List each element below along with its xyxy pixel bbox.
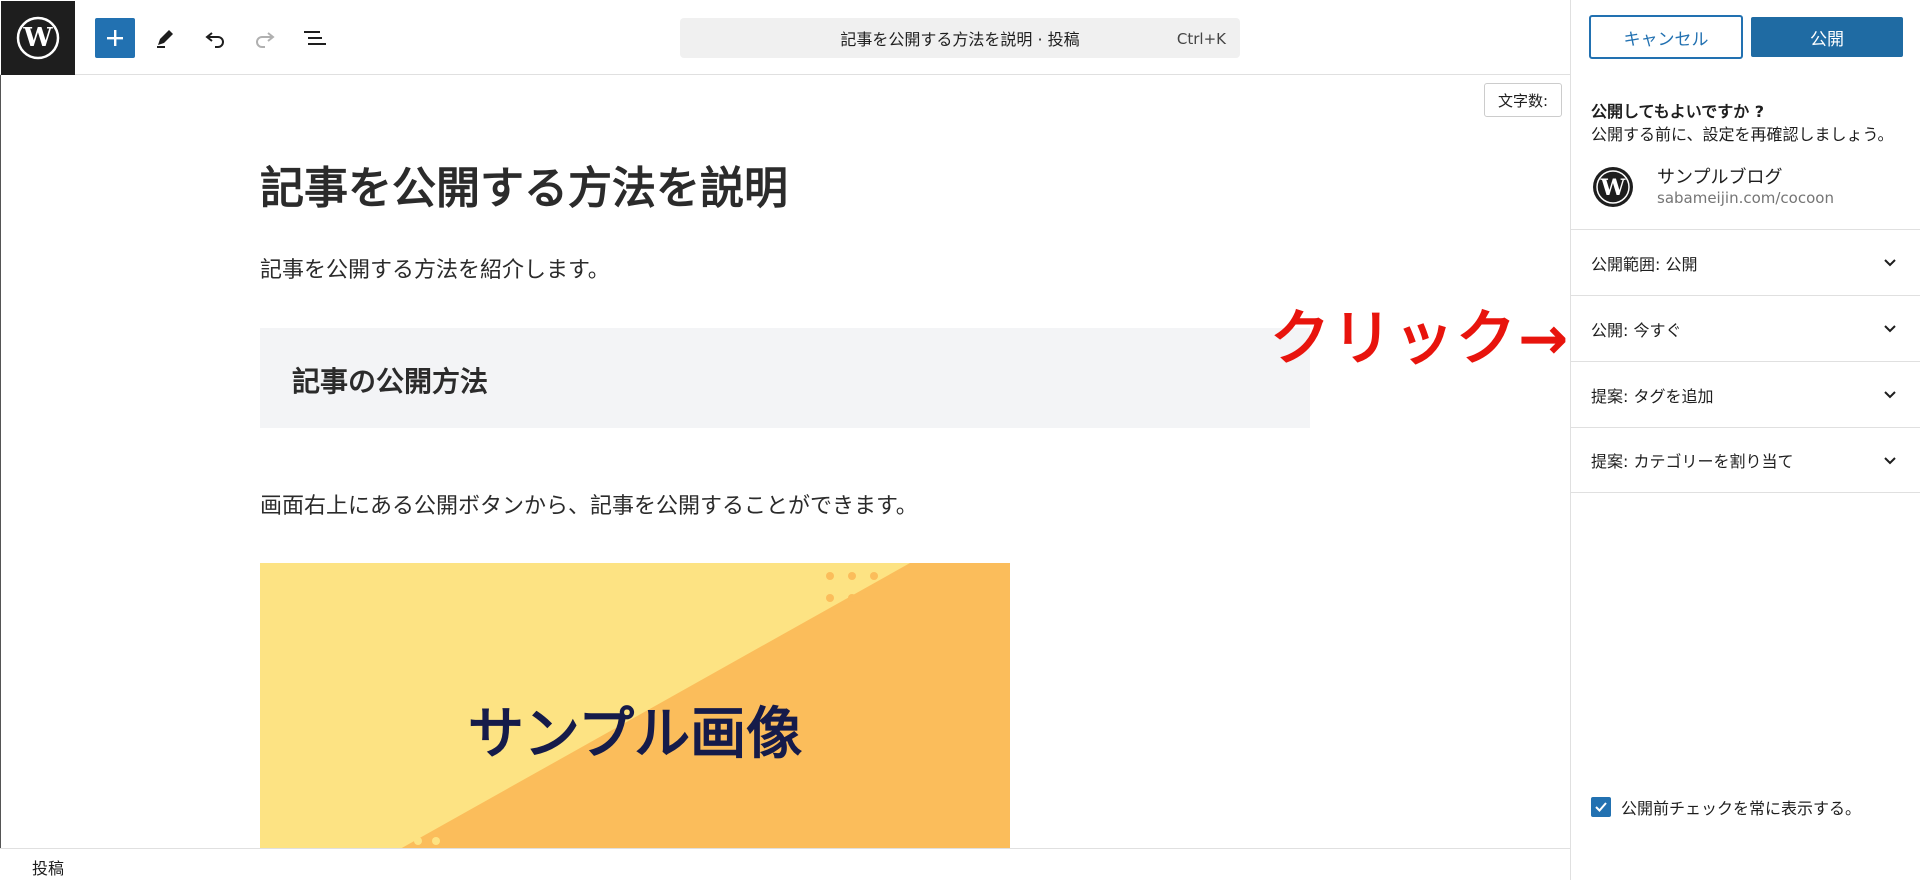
body-paragraph[interactable]: 画面右上にある公開ボタンから、記事を公開することができます。	[260, 488, 918, 520]
keyboard-shortcut-hint: Ctrl+K	[1176, 30, 1226, 48]
click-annotation: クリック→	[1270, 304, 1571, 374]
command-bar-title: 記事を公開する方法を説明 · 投稿	[840, 30, 1080, 49]
site-url: sabameijin.com/cocoon	[1657, 189, 1834, 207]
wordpress-logo-icon: W	[1593, 167, 1633, 207]
chevron-down-icon	[1884, 325, 1896, 333]
panel-label: 提案: カテゴリーを割り当て	[1591, 452, 1794, 471]
tools-button[interactable]	[145, 18, 185, 58]
panel-label: 提案: タグを追加	[1591, 386, 1714, 406]
list-view-icon	[304, 31, 326, 45]
chevron-down-icon	[1884, 391, 1896, 399]
panel-publish-date[interactable]: 公開: 今すぐ	[1571, 295, 1920, 361]
pen-icon	[157, 30, 173, 48]
undo-icon	[205, 32, 224, 48]
panel-visibility[interactable]: 公開範囲: 公開	[1571, 229, 1920, 295]
always-show-label: 公開前チェックを常に表示する。	[1621, 799, 1862, 818]
command-palette-bar[interactable]: 記事を公開する方法を説明 · 投稿 Ctrl+K	[680, 18, 1240, 58]
plus-icon	[107, 30, 123, 46]
site-card: W サンプルブログ sabameijin.com/cocoon	[1591, 163, 1911, 213]
site-name: サンプルブログ	[1657, 167, 1783, 188]
chevron-down-icon	[1884, 457, 1896, 465]
panel-label: 公開範囲: 公開	[1591, 254, 1698, 274]
svg-text:W: W	[22, 23, 53, 53]
add-block-button[interactable]	[95, 18, 135, 58]
post-title[interactable]: 記事を公開する方法を説明	[260, 152, 788, 216]
redo-icon	[256, 32, 275, 48]
chevron-down-icon	[1884, 259, 1896, 267]
word-count-button[interactable]: 文字数:	[1484, 83, 1562, 117]
panel-category-suggestion[interactable]: 提案: カテゴリーを割り当て	[1571, 427, 1920, 493]
wordpress-logo-icon: W	[16, 16, 60, 60]
sample-image[interactable]: サンプル画像	[260, 563, 1010, 849]
wordpress-logo-button[interactable]: W	[1, 1, 75, 75]
checkmark-icon	[1595, 802, 1607, 812]
prepublish-subtext: 公開する前に、設定を再確認しましょう。	[1591, 125, 1894, 144]
heading-block[interactable]: 記事の公開方法	[260, 328, 1310, 428]
intro-paragraph[interactable]: 記事を公開する方法を紹介します。	[260, 252, 610, 284]
prepublish-sidebar: キャンセル 公開 公開してもよいですか ? 公開する前に、設定を再確認しましょう…	[1570, 0, 1920, 880]
cancel-button[interactable]: キャンセル	[1589, 15, 1743, 59]
always-show-checkbox[interactable]	[1591, 797, 1611, 817]
undo-button[interactable]	[195, 18, 235, 58]
always-show-prepublish-toggle[interactable]: 公開前チェックを常に表示する。	[1591, 796, 1861, 818]
editor-toolbar: W 記事を公開する方法を説明 · 投稿 Ctrl+K	[0, 0, 1570, 75]
prepublish-header: キャンセル 公開	[1571, 0, 1920, 75]
publish-button[interactable]: 公開	[1751, 17, 1903, 57]
document-overview-button[interactable]	[295, 18, 335, 58]
svg-text:W: W	[1600, 175, 1626, 201]
section-heading: 記事の公開方法	[292, 365, 489, 398]
prepublish-question: 公開してもよいですか ?	[1591, 102, 1765, 121]
breadcrumb[interactable]: 投稿	[32, 855, 64, 879]
sample-image-text: サンプル画像	[467, 702, 803, 767]
redo-button[interactable]	[245, 18, 285, 58]
panel-label: 公開: 今すぐ	[1591, 320, 1682, 340]
panel-tags-suggestion[interactable]: 提案: タグを追加	[1571, 361, 1920, 427]
editor-footer: 投稿	[0, 848, 1570, 880]
